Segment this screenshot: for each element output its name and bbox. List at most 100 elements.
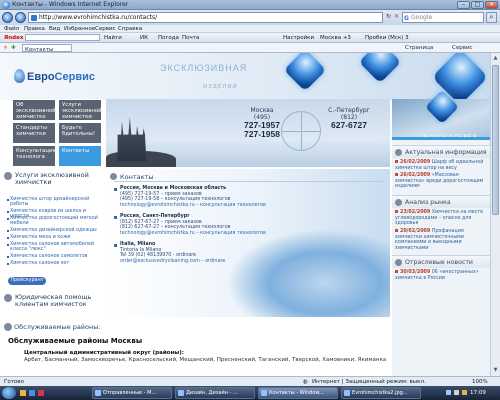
refresh-icon[interactable]: ↻: [386, 13, 391, 20]
title-bar: e Контакты - Windows Internet Explorer –…: [0, 0, 500, 10]
clock[interactable]: 17:09: [470, 387, 486, 399]
menu-file[interactable]: Файл: [4, 25, 19, 33]
nav-label: Об эксклюзивной химчистке: [16, 102, 56, 120]
task-image[interactable]: Evrohimchistka2.jpg...: [341, 387, 421, 399]
menu-edit[interactable]: Правка: [24, 25, 45, 33]
bullet-icon: [114, 188, 117, 191]
chart-icon: [395, 199, 402, 206]
industry-date: 30/03/2009: [400, 270, 431, 275]
contact-email-link[interactable]: technology@evrohimchistka.ru – консульта…: [120, 231, 270, 237]
contact-block-spb: Россия, Санкт-Петербург (812) 627-67-27 …: [120, 214, 270, 236]
menu-view[interactable]: Вид: [49, 25, 60, 33]
mail-icon: [95, 390, 101, 396]
task-outlook[interactable]: Отправленные - M...: [92, 387, 172, 399]
vertical-scrollbar[interactable]: ▲ ▼: [490, 53, 500, 376]
site-logo[interactable]: ЕвроСервис: [27, 71, 95, 83]
nav-standards[interactable]: Стандарты химчистки: [12, 122, 56, 144]
close-button[interactable]: ×: [485, 1, 498, 9]
contact-block-milano: Italia, Milano Tintoria la Milano Tel 39…: [120, 242, 270, 264]
menu-help[interactable]: Справка: [118, 25, 142, 33]
yandex-search-input[interactable]: [25, 34, 100, 41]
nav-label: Консультация технолога: [16, 148, 56, 160]
ie-icon: e: [2, 1, 10, 9]
forward-button[interactable]: ›: [15, 12, 26, 23]
task-label: Отправленные - M...: [103, 390, 157, 396]
contact-block-moscow: Россия, Москва и Московская область (495…: [120, 186, 270, 208]
mail-button[interactable]: Почта: [182, 34, 199, 42]
nav-label: Стандарты химчистки: [16, 125, 48, 137]
maximize-button[interactable]: □: [471, 1, 484, 9]
phone-spb-1[interactable]: 627-6727: [319, 120, 379, 130]
traffic-button[interactable]: Пробки (Мск) 3: [365, 34, 409, 42]
task-design[interactable]: Дизайн, Дизайн - ...: [175, 387, 255, 399]
legal-icon: [4, 294, 12, 302]
nav-consultation[interactable]: Консультация технолога: [12, 145, 56, 167]
add-favorite-icon[interactable]: ✚: [11, 44, 16, 52]
volume-icon[interactable]: [454, 390, 459, 395]
contact-email-link[interactable]: order@exclusivedrycleaning.com – ordinar…: [120, 259, 270, 265]
command-bar: ★ ✚ Контакты Страница Сервис: [0, 43, 500, 53]
district-list: Арбат, Басманный, Замоскворечье, Краснос…: [24, 357, 387, 363]
search-input[interactable]: G Google: [402, 12, 484, 23]
zoom-level[interactable]: 100%: [472, 378, 488, 386]
service-link[interactable]: Химчистка салонов автомобилей класса "лю…: [7, 242, 103, 253]
app-icon[interactable]: [38, 390, 44, 396]
service-link[interactable]: Химчистка салонов яхт: [7, 261, 103, 266]
weather-button[interactable]: Погода: [158, 34, 179, 42]
news-item[interactable]: 26/02/2009 «Массовая химчистка» вреди до…: [395, 173, 488, 190]
tools-menu[interactable]: Сервис: [452, 44, 473, 52]
price-list-button[interactable]: Прейскурант: [8, 277, 46, 285]
bullet-icon: [395, 210, 398, 213]
news-item[interactable]: 26/02/2009 Шарф об идеальной химчистке ш…: [395, 160, 488, 171]
ik-icon[interactable]: ИК: [140, 34, 148, 42]
scroll-down-icon[interactable]: ▼: [492, 366, 499, 374]
search-button[interactable]: ⌕: [486, 12, 497, 23]
minimize-button[interactable]: –: [457, 1, 470, 9]
quick-launch: [20, 389, 50, 397]
service-link[interactable]: Химчистка салонов самолетов: [7, 254, 103, 259]
network-icon[interactable]: [446, 390, 451, 395]
stop-icon[interactable]: ✕: [394, 13, 399, 20]
page-menu[interactable]: Страница: [405, 44, 433, 52]
market-item[interactable]: 23/02/2009 Химчистка на месте углеводоро…: [395, 210, 488, 227]
favorites-star-icon[interactable]: ★: [3, 44, 8, 52]
phone-moscow-2[interactable]: 727-1958: [232, 129, 292, 139]
service-link[interactable]: Химчистка штор дизайнерской работы: [7, 197, 103, 208]
menu-favorites[interactable]: Избранное: [64, 25, 95, 33]
city-weather[interactable]: Москва +3: [320, 34, 351, 42]
start-button[interactable]: [2, 387, 16, 399]
contact-email-link[interactable]: technology@evrohimchistka.ru – консульта…: [120, 203, 270, 209]
scroll-thumb[interactable]: [492, 65, 499, 215]
url-input[interactable]: http://www.evrohimchistka.ru/contacts/: [28, 12, 383, 23]
settings-button[interactable]: Настройки: [283, 34, 314, 42]
bullet-icon: [395, 173, 398, 176]
service-link[interactable]: Химчистка дизайнерской одежды: [7, 228, 103, 233]
back-button[interactable]: ‹: [2, 12, 13, 23]
scroll-up-icon[interactable]: ▲: [492, 54, 499, 62]
folder-icon[interactable]: [20, 390, 26, 396]
system-tray: [446, 389, 468, 397]
nav-label: Услуги эксклюзивной химчистки: [62, 102, 102, 120]
nav-services[interactable]: Услуги эксклюзивной химчистки: [58, 99, 102, 121]
tab-contacts[interactable]: Контакты: [22, 44, 72, 53]
tray-app-icon[interactable]: [462, 390, 467, 395]
industry-item[interactable]: 30/03/2009 06 «иностранных» химчистка в …: [395, 270, 488, 281]
task-label: Контакты - Window...: [269, 390, 324, 396]
services-title: Услуги эксклюзивной химчистки: [15, 171, 89, 186]
service-link[interactable]: Химчистка дорогостоящей мягкой мебели: [7, 216, 103, 227]
nav-contacts[interactable]: Контакты: [58, 145, 102, 167]
service-link[interactable]: Химчистка меха и кожи: [7, 235, 103, 240]
yandex-logo[interactable]: Яndex: [4, 34, 23, 42]
nav-beware[interactable]: Будьте бдительны!: [58, 122, 102, 144]
market-title: Анализ рынка: [405, 199, 451, 206]
status-bar: Готово ◍ Интернет | Защищенный режим: вы…: [0, 376, 500, 386]
diamond-decoration: [283, 53, 327, 92]
yandex-find-button[interactable]: Найти: [104, 34, 122, 42]
district-subtitle: Центральный административный округ (райо…: [24, 350, 184, 356]
security-zone[interactable]: Интернет | Защищенный режим: выкл.: [312, 378, 426, 386]
market-item[interactable]: 20/02/2009 Профанация химчистки химчисто…: [395, 229, 488, 251]
task-contacts[interactable]: Контакты - Window...: [258, 387, 338, 399]
menu-tools[interactable]: Сервис: [95, 25, 116, 33]
ie-icon[interactable]: [29, 390, 35, 396]
nav-about[interactable]: Об эксклюзивной химчистке: [12, 99, 56, 121]
